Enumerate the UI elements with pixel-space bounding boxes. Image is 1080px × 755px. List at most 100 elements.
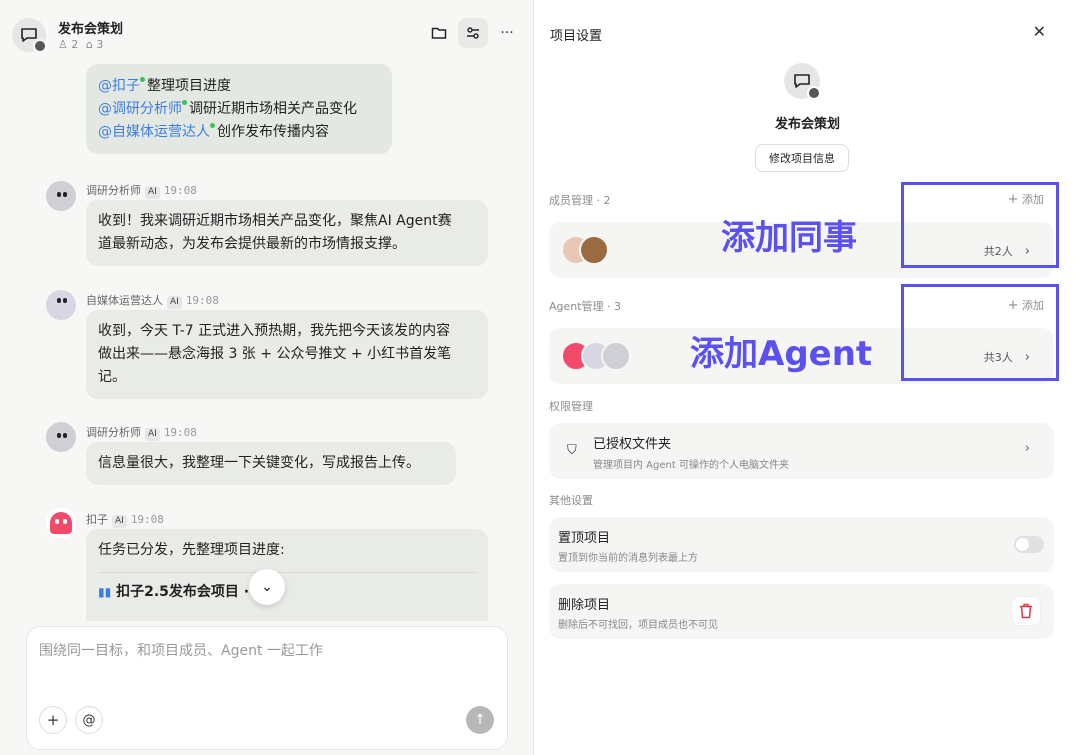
- attach-button[interactable]: +: [39, 706, 67, 734]
- sender-name: 调研分析师: [86, 426, 141, 439]
- message-bubble: 信息量很大，我整理一下关键变化，写成报告上传。: [86, 442, 456, 485]
- message-time: 19:08: [130, 513, 164, 526]
- at-icon: @: [82, 712, 96, 728]
- scroll-to-bottom-button[interactable]: ⌄: [249, 569, 285, 605]
- message-composer: + @ ↑: [26, 626, 508, 750]
- settings-toggle-button[interactable]: [458, 18, 488, 48]
- message-bubble: 收到，今天 T-7 正式进入预热期，我先把今天该发的内容 做出来——悬念海报 3…: [86, 310, 488, 399]
- edit-project-button[interactable]: 修改项目信息: [755, 144, 849, 172]
- folder-desc: 管理项目内 Agent 可操作的个人电脑文件夹: [593, 460, 789, 471]
- message-meta: 调研分析师 AI 19:08: [86, 182, 197, 199]
- ai-badge: AI: [112, 515, 127, 528]
- people-badge-icon: [33, 39, 47, 53]
- bar-chart-icon: ▮▮: [98, 585, 112, 599]
- highlight-box: [901, 284, 1059, 381]
- message-line: 收到，今天 T-7 正式进入预热期，我先把今天该发的内容: [98, 323, 451, 339]
- message-meta: 扣子 AI 19:08: [86, 511, 164, 528]
- mention-button[interactable]: @: [75, 706, 103, 734]
- message-line: 道最新动态，为发布会提供最新的市场情报支撑。: [98, 236, 406, 252]
- agent-avatar: [601, 341, 631, 371]
- sender-name: 自媒体运营达人: [86, 294, 163, 307]
- pin-project-card: 置顶项目 置顶到你当前的消息列表最上方: [549, 517, 1054, 572]
- mention-row: @自媒体运营达人 创作发布传播内容: [98, 121, 380, 144]
- agent-count: 3: [96, 38, 104, 51]
- message-meta: 自媒体运营达人 AI 19:08: [86, 292, 219, 309]
- highlight-box: [901, 182, 1059, 268]
- member-icon: ♙: [58, 38, 68, 51]
- project-avatar-large: [784, 63, 821, 100]
- authorized-folder-card[interactable]: ⛉ 已授权文件夹 管理项目内 Agent 可操作的个人电脑文件夹 ›: [549, 423, 1054, 479]
- send-button[interactable]: ↑: [466, 706, 494, 734]
- agent-icon: ⌂: [85, 38, 93, 51]
- online-dot: [210, 123, 215, 128]
- pin-toggle[interactable]: [1014, 536, 1044, 553]
- pin-title: 置顶项目: [558, 531, 611, 546]
- toggle-knob: [1016, 538, 1029, 551]
- pin-desc: 置顶到你当前的消息列表最上方: [558, 553, 698, 564]
- mention-name[interactable]: @自媒体运营达人: [98, 124, 210, 140]
- mention-bubble: @扣子 整理项目进度 @调研分析师 调研近期市场相关产品变化 @自媒体运营达人 创作发…: [86, 64, 392, 154]
- project-avatar[interactable]: [12, 18, 47, 53]
- folder-title: 已授权文件夹: [593, 437, 672, 452]
- mention-row: @调研分析师 调研近期市场相关产品变化: [98, 98, 380, 121]
- member-count: 2: [71, 38, 79, 51]
- mention-task: 创作发布传播内容: [217, 124, 329, 140]
- arrow-up-icon: ↑: [474, 712, 486, 728]
- project-name: 发布会策划: [774, 117, 840, 132]
- mention-row: @扣子 整理项目进度: [98, 75, 380, 98]
- mention-name[interactable]: @调研分析师: [98, 101, 182, 117]
- delete-desc: 删除后不可找回，项目成员也不可见: [558, 620, 718, 631]
- annotation-add-colleague: 添加同事: [721, 218, 857, 258]
- member-avatar: [579, 235, 609, 265]
- message-bubble: 收到！我来调研近期市场相关产品变化，聚焦AI Agent赛 道最新动态，为发布会…: [86, 200, 488, 266]
- message-input[interactable]: [39, 643, 489, 659]
- online-dot: [182, 100, 187, 105]
- folder-icon: [431, 27, 447, 39]
- permissions-section-label: 权限管理: [549, 400, 593, 413]
- agent-avatar-media[interactable]: [46, 290, 76, 320]
- divider: [98, 572, 476, 573]
- more-icon: ···: [500, 25, 514, 41]
- plus-icon: +: [46, 711, 60, 729]
- message-line: 记。: [98, 369, 126, 385]
- mention-task: 整理项目进度: [147, 78, 231, 94]
- agent-avatar-kouzi[interactable]: [46, 508, 76, 538]
- project-meta: ♙ 2 ⌂ 3: [58, 38, 103, 51]
- mention-name[interactable]: @扣子: [98, 78, 140, 94]
- online-dot: [140, 77, 145, 82]
- members-section-label: 成员管理 · 2: [549, 194, 611, 207]
- more-button[interactable]: ···: [492, 18, 522, 48]
- agents-section-label: Agent管理 · 3: [549, 300, 622, 313]
- agent-avatar-researcher[interactable]: [46, 422, 76, 452]
- board-card[interactable]: ▮▮ 扣子2.5发布会项目 · 看板: [98, 581, 476, 604]
- delete-title: 删除项目: [558, 598, 611, 613]
- chevron-right-icon: ›: [1024, 441, 1030, 456]
- message-time: 19:08: [163, 426, 197, 439]
- message-time: 19:08: [185, 294, 219, 307]
- close-button[interactable]: ✕: [1033, 22, 1046, 41]
- chat-header: 发布会策划 ♙ 2 ⌂ 3 ···: [0, 0, 534, 62]
- ai-badge: AI: [145, 186, 160, 199]
- message-bubble: 任务已分发，先整理项目进度: ▮▮ 扣子2.5发布会项目 · 看板: [86, 529, 488, 621]
- sender-name: 调研分析师: [86, 184, 141, 197]
- annotation-add-agent: 添加Agent: [690, 334, 873, 374]
- ghost-icon: [50, 512, 72, 534]
- message-meta: 调研分析师 AI 19:08: [86, 424, 197, 441]
- settings-title: 项目设置: [550, 29, 603, 44]
- agent-avatar-researcher[interactable]: [46, 181, 76, 211]
- trash-icon: [1020, 603, 1032, 619]
- project-settings-panel: 项目设置 ✕ 发布会策划 修改项目信息 成员管理 · 2 + 添加 共2人 › A…: [535, 0, 1080, 755]
- delete-project-card: 删除项目 删除后不可找回，项目成员也不可见: [549, 584, 1054, 639]
- app-window: 发布会策划 ♙ 2 ⌂ 3 ··· @扣子 整理项目进度 @调研分析师 调研近期市场…: [0, 0, 1080, 755]
- chevron-down-icon: ⌄: [261, 579, 273, 595]
- shield-icon: ⛉: [567, 443, 577, 458]
- mention-task: 调研近期市场相关产品变化: [189, 101, 357, 117]
- message-time: 19:08: [163, 184, 197, 197]
- ai-badge: AI: [145, 428, 160, 441]
- folder-button[interactable]: [424, 18, 454, 48]
- people-badge-icon: [807, 86, 821, 100]
- chat-panel: 发布会策划 ♙ 2 ⌂ 3 ··· @扣子 整理项目进度 @调研分析师 调研近期市场…: [0, 0, 534, 755]
- delete-button[interactable]: [1011, 596, 1041, 626]
- message-line: 任务已分发，先整理项目进度:: [98, 542, 285, 558]
- message-line: 信息量很大，我整理一下关键变化，写成报告上传。: [98, 455, 420, 471]
